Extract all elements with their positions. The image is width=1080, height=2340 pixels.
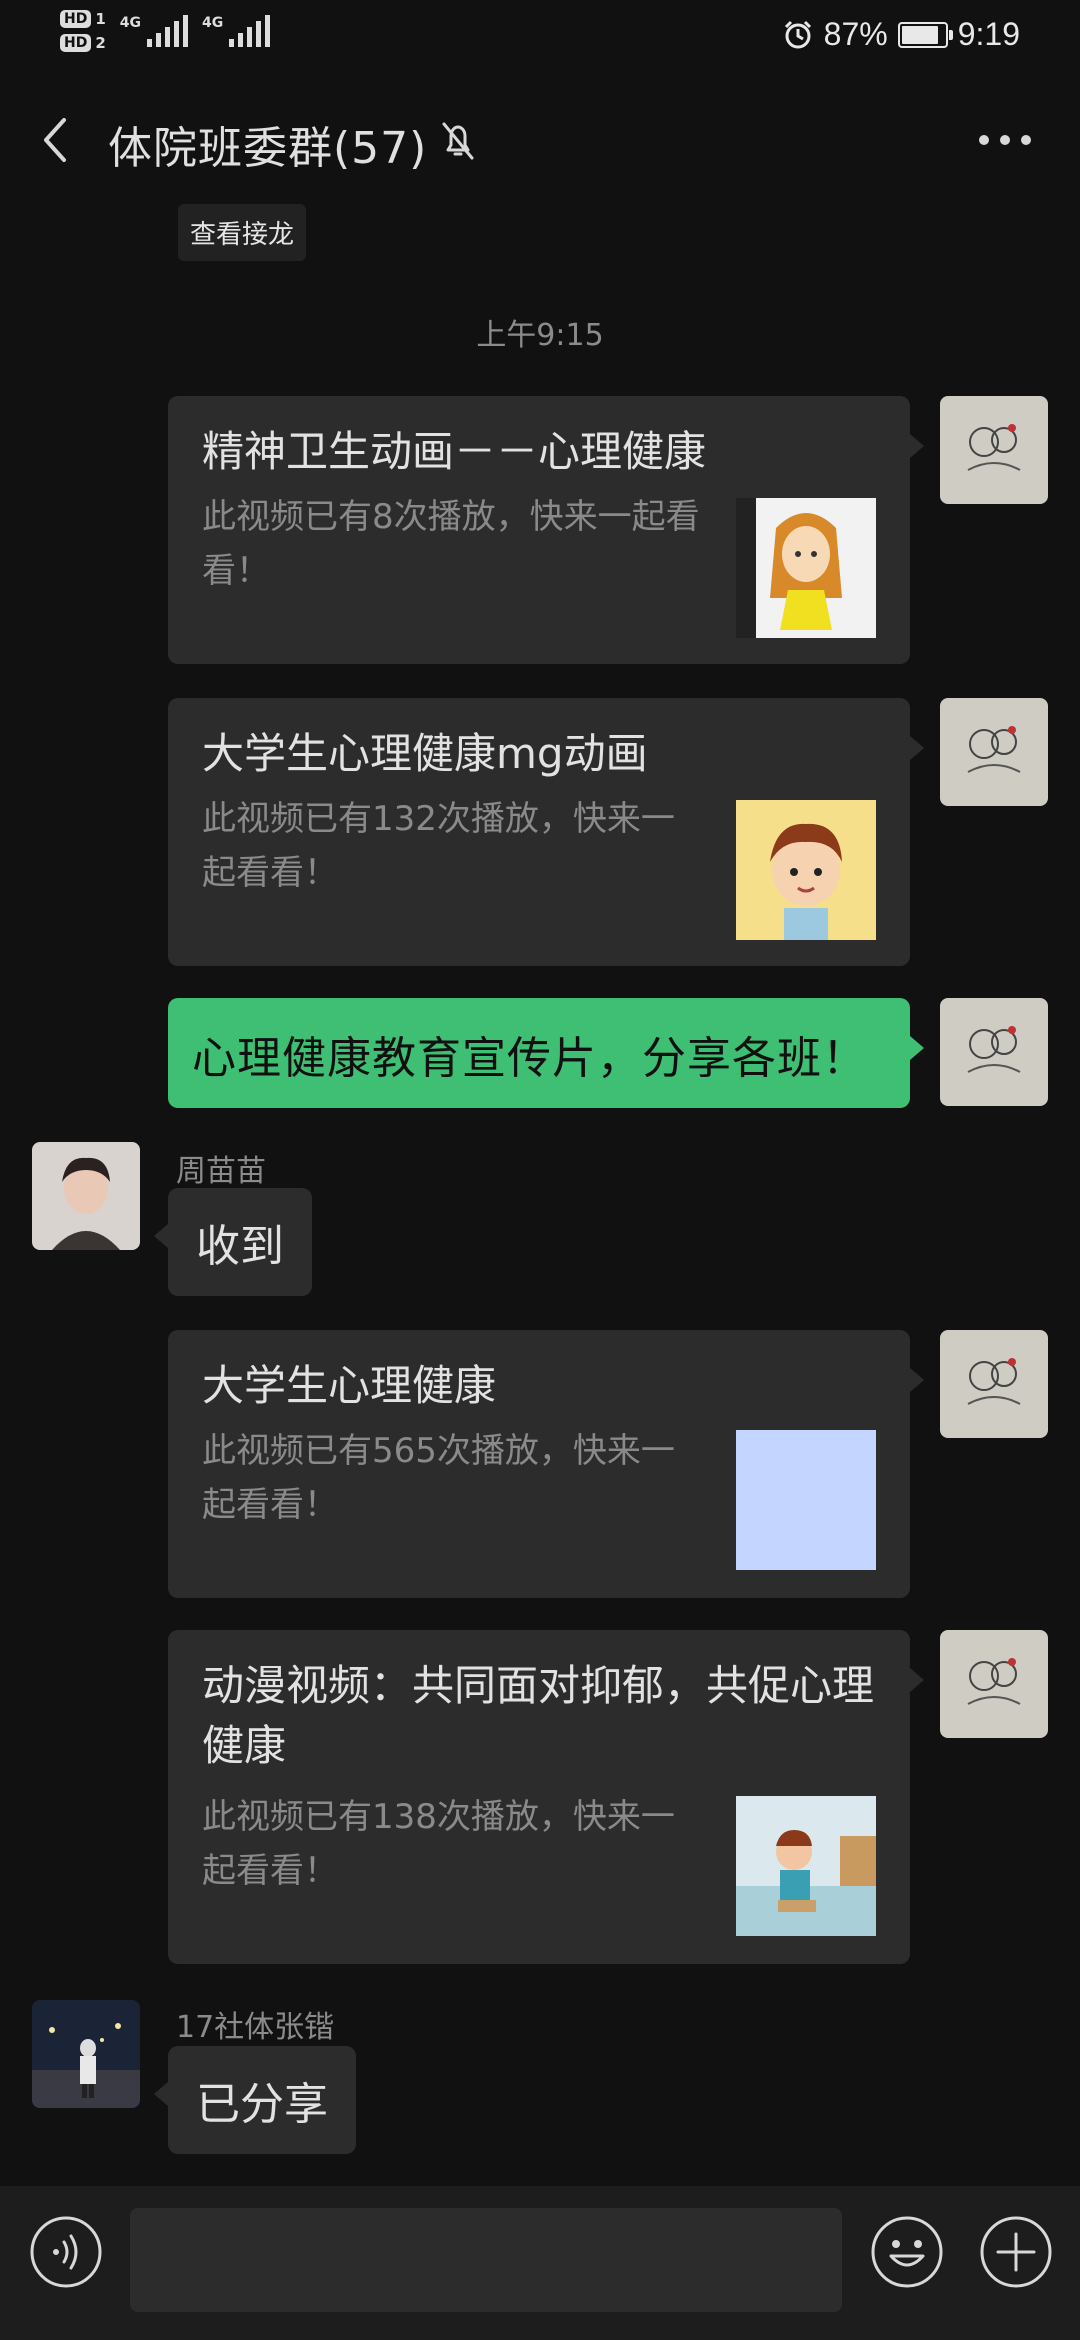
video-card-desc: 此视频已有138次播放，快来一起看看！ [202,1797,675,1891]
message-text: 收到 [196,1221,284,1272]
avatar[interactable] [940,1630,1048,1738]
message-timestamp: 上午9:15 [476,318,604,353]
video-card[interactable]: 大学生心理健康 此视频已有565次播放，快来一起看看！ [168,1330,924,1598]
signal-group: HD 1 HD 2 4G 4G [60,10,271,52]
video-card[interactable]: 精神卫生动画－－心理健康 此视频已有8次播放，快来一起看看！ [168,396,924,664]
hd1-sub: 1 [95,10,106,28]
mute-bell-icon [442,122,474,160]
chat-header: 体院班委群(57) [0,80,1080,200]
sent-message-bubble[interactable]: 心理健康教育宣传片，分享各班！ [168,998,924,1108]
avatar[interactable] [940,1330,1048,1438]
emoji-icon[interactable] [867,2212,947,2292]
battery-percent: 87% [823,16,888,52]
status-right: 87% 9:19 [782,16,1020,53]
received-message-bubble[interactable]: 已分享 [154,2046,356,2154]
video-thumbnail [736,1796,876,1936]
view-jielong-button[interactable]: 查看接龙 [178,204,307,261]
back-arrow-icon[interactable] [30,110,80,170]
avatar[interactable] [940,998,1048,1106]
avatar[interactable] [32,1142,140,1250]
net2-label: 4G [202,15,224,31]
message-text: 心理健康教育宣传片，分享各班！ [192,1033,867,1084]
net1-label: 4G [119,15,142,31]
avatar[interactable] [940,698,1048,806]
alarm-icon [784,20,811,48]
received-message-bubble[interactable]: 收到 [154,1188,312,1296]
hd1-label: HD [60,10,92,28]
video-card-title: 精神卫生动画－－心理健康 [202,427,707,476]
message-text: 已分享 [196,2079,328,2130]
plus-icon[interactable] [976,2212,1056,2292]
video-card-desc: 此视频已有132次播放，快来一起看看！ [202,799,675,893]
video-card-desc: 此视频已有8次播放，快来一起看看！ [202,497,700,591]
video-card[interactable]: 动漫视频：共同面对抑郁，共促心理健康 此视频已有138次播放，快来一起看看！ [168,1630,924,1964]
video-card-title: 大学生心理健康mg动画 [202,729,648,778]
signal-icon-1: 4G [119,15,189,47]
video-card-title: 动漫视频：共同面对抑郁，共促心理健康 [202,1661,875,1770]
video-thumbnail [736,498,876,638]
video-card[interactable]: 大学生心理健康mg动画 此视频已有132次播放，快来一起看看！ [168,698,924,966]
hd2-label: HD [60,34,92,52]
video-thumbnail [736,800,876,940]
battery-icon [897,21,953,48]
video-thumbnail [736,1430,876,1570]
signal-icon-2: 4G [202,15,271,47]
input-bar [0,2186,1080,2340]
video-card-desc: 此视频已有565次播放，快来一起看看！ [202,1431,675,1525]
sender-name: 17社体张锴 [176,2010,335,2045]
chat-title: 体院班委群(57) [108,123,428,174]
sender-name: 周苗苗 [176,1154,266,1189]
more-icon[interactable] [970,116,1040,164]
message-input[interactable] [130,2208,842,2312]
video-card-title: 大学生心理健康 [202,1361,497,1410]
clock: 9:19 [957,16,1020,52]
status-bar: HD 1 HD 2 4G 4G 87% 9:19 [0,0,1080,80]
hd-indicators: HD 1 HD 2 [60,10,106,52]
hd2-sub: 2 [95,34,106,52]
voice-icon[interactable] [26,2212,106,2292]
avatar[interactable] [940,396,1048,504]
avatar[interactable] [32,2000,140,2108]
